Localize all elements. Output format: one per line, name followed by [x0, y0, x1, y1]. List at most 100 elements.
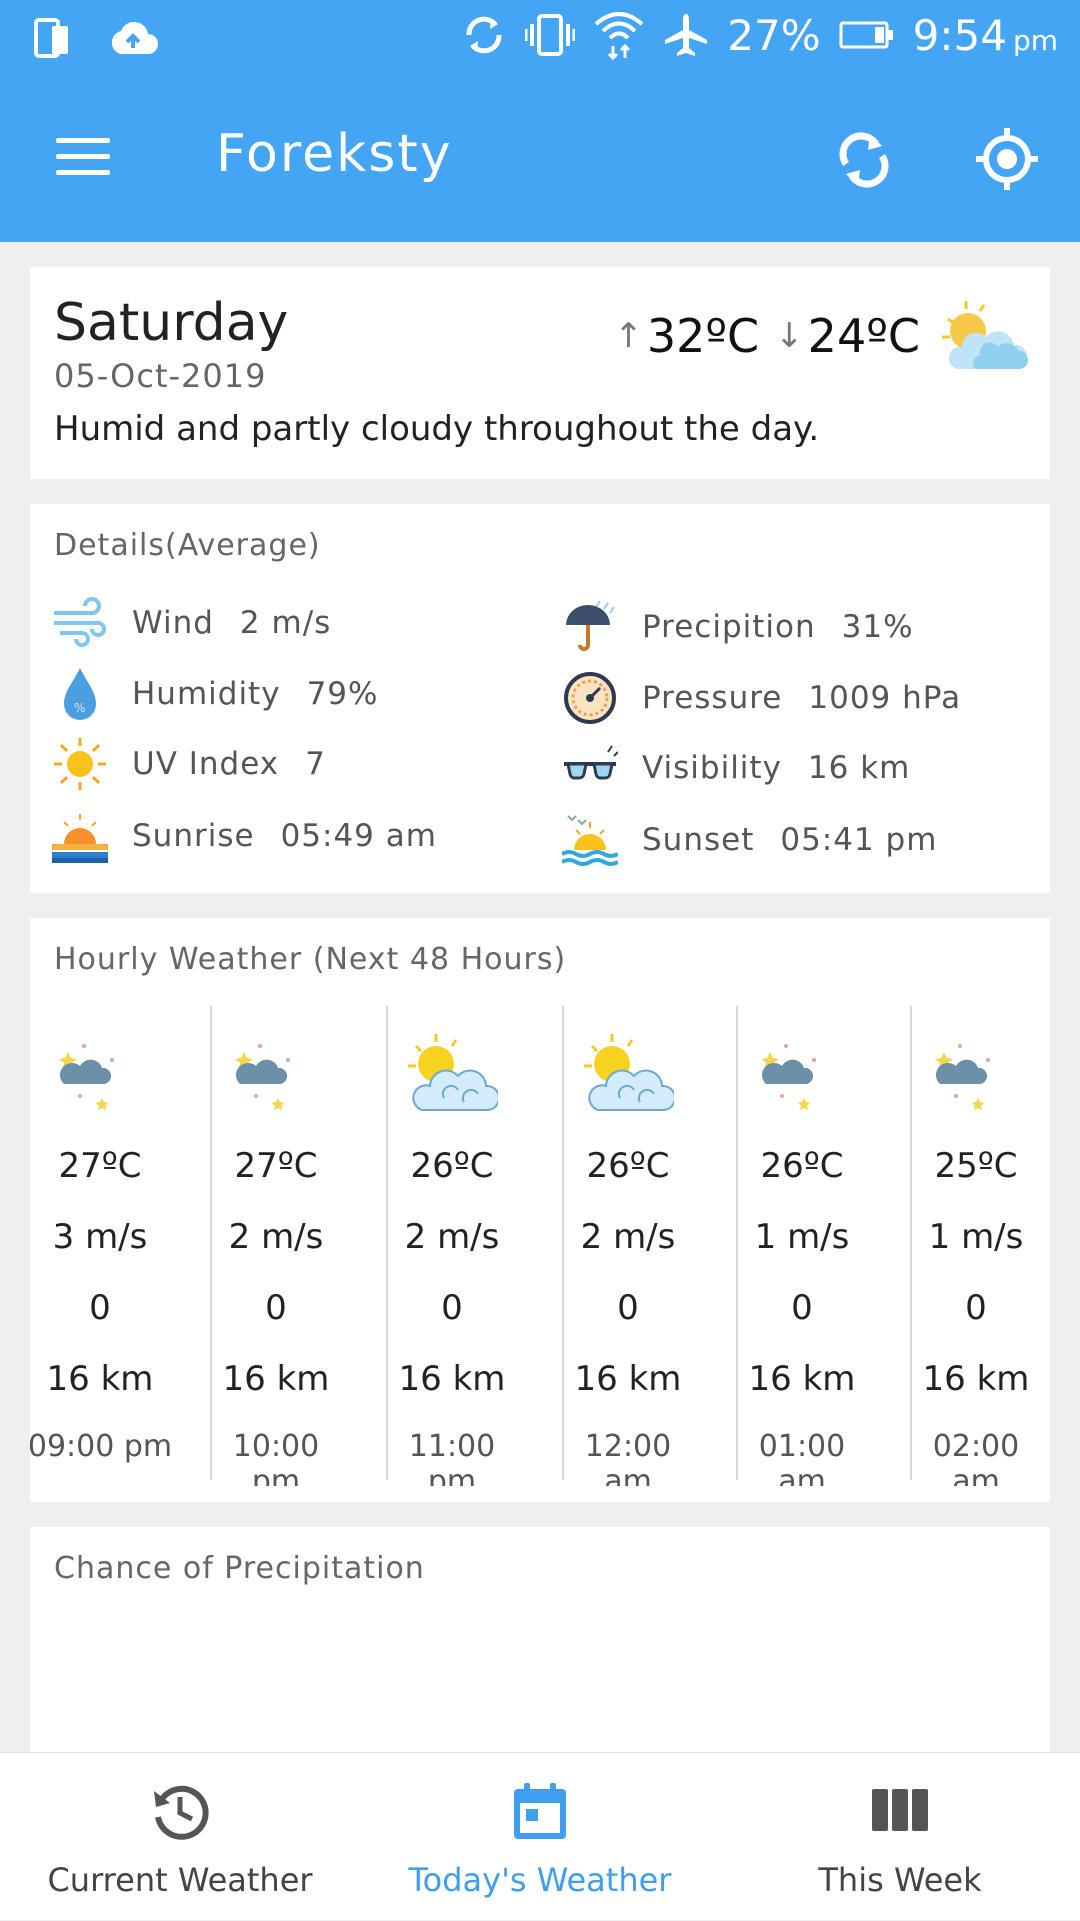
status-left-icons — [34, 16, 160, 60]
glasses-icon — [564, 745, 618, 780]
menu-line — [56, 170, 110, 175]
hour-visibility: 16 km — [46, 1359, 154, 1399]
precipitation-title: Chance of Precipitation — [54, 1551, 425, 1586]
status-time-ampm: pm — [1012, 23, 1058, 57]
hour-visibility: 16 km — [398, 1359, 506, 1399]
detail-visibility: Visibility 16 km — [562, 740, 910, 796]
detail-value: 1009 hPa — [808, 680, 962, 716]
detail-value: 79% — [306, 676, 379, 712]
detail-pressure: Pressure 1009 hPa — [562, 670, 961, 726]
detail-label: Visibility — [642, 750, 782, 786]
hour-visibility: 16 km — [574, 1359, 682, 1399]
hour-precip: 0 — [791, 1288, 813, 1328]
detail-value: 05:49 am — [280, 818, 437, 854]
calendar-icon — [514, 1783, 566, 1839]
sun-behind-cloud-icon — [584, 1034, 674, 1111]
detail-label: UV Index — [132, 746, 280, 782]
battery-icon — [839, 21, 893, 49]
hour-precip: 0 — [441, 1288, 463, 1328]
detail-value: 31% — [841, 609, 914, 645]
detail-label: Pressure — [642, 680, 783, 716]
hour-item[interactable]: 27ºC 3 m/s 0 16 km 09:00 pm — [30, 1006, 204, 1480]
wind-icon — [54, 597, 106, 647]
hour-visibility: 16 km — [748, 1359, 856, 1399]
detail-label: Humidity — [132, 676, 281, 712]
header: 27% 9:54 pm Foreksty — [0, 0, 1080, 242]
status-right-icons: 27% 9:54 pm — [461, 10, 1058, 60]
detail-value: 2 m/s — [239, 605, 332, 641]
night-cloudy-icon — [59, 1038, 140, 1110]
hour-wind: 1 m/s — [754, 1217, 850, 1257]
airplane-mode-icon — [665, 14, 708, 56]
hour-item[interactable]: 26ºC 2 m/s 0 16 km 12:00 am — [558, 1006, 732, 1486]
hour-item[interactable]: 25ºC 1 m/s 0 16 km 02:00 am — [906, 1006, 1050, 1486]
menu-button[interactable] — [56, 138, 110, 178]
hour-item[interactable]: 26ºC 2 m/s 0 16 km 11:00 pm — [382, 1006, 556, 1486]
hour-item[interactable]: 27ºC 2 m/s 0 16 km 10:00 pm — [206, 1006, 380, 1486]
hour-precip: 0 — [89, 1288, 111, 1328]
week-columns-icon — [872, 1789, 928, 1831]
humidity-drop-icon: % — [64, 668, 96, 720]
hour-wind: 3 m/s — [52, 1217, 148, 1257]
detail-label: Sunset — [642, 822, 755, 858]
detail-label: Wind — [132, 605, 214, 641]
detail-value: 7 — [305, 746, 326, 782]
precipitation-card: Chance of Precipitation — [30, 1527, 1050, 1767]
night-cloudy-icon — [235, 1038, 316, 1110]
hourly-title: Hourly Weather (Next 48 Hours) — [54, 942, 567, 977]
temp-high: 32ºC — [646, 309, 760, 363]
detail-precipitation: Precipition 31% — [562, 599, 914, 655]
vibrate-icon — [525, 14, 576, 56]
day-description: Humid and partly cloudy throughout the d… — [54, 409, 820, 449]
detail-uv-index: UV Index 7 — [52, 736, 326, 792]
nav-this-week[interactable]: This Week — [720, 1753, 1080, 1921]
hour-time: 10:00 pm — [232, 1429, 320, 1486]
hour-precip: 0 — [965, 1288, 987, 1328]
hour-temp: 27ºC — [58, 1146, 142, 1186]
hour-wind: 2 m/s — [404, 1217, 500, 1257]
hour-wind: 1 m/s — [928, 1217, 1024, 1257]
hourly-scroll-list[interactable]: 27ºC 3 m/s 0 16 km 09:00 pm 27ºC 2 m/s 0… — [30, 1006, 1050, 1486]
sun-behind-cloud-icon — [942, 301, 1028, 369]
sun-behind-cloud-icon — [408, 1034, 498, 1111]
day-date: 05-Oct-2019 — [54, 357, 267, 395]
dual-screen-icon — [34, 18, 68, 58]
my-location-icon[interactable] — [974, 126, 1040, 192]
night-cloudy-icon — [935, 1038, 1016, 1110]
detail-label: Precipition — [642, 609, 816, 645]
day-name: Saturday — [54, 293, 289, 353]
status-bar: 27% 9:54 pm — [0, 0, 1080, 80]
temperature-range: ↑ 32ºC ↓ 24ºC — [598, 309, 920, 363]
app-title: Foreksty — [216, 124, 453, 184]
nav-current-weather[interactable]: Current Weather — [0, 1753, 360, 1921]
detail-humidity: % Humidity 79% — [52, 666, 378, 722]
hour-visibility: 16 km — [222, 1359, 330, 1399]
menu-line — [56, 138, 110, 143]
refresh-icon[interactable] — [836, 130, 892, 190]
pressure-gauge-icon — [564, 672, 616, 724]
hour-visibility: 16 km — [922, 1359, 1030, 1399]
detail-wind: Wind 2 m/s — [52, 595, 331, 651]
wifi-icon — [594, 12, 644, 60]
details-card: Details(Average) Wind 2 m/s % Humidity 7… — [30, 504, 1050, 893]
battery-percent: 27% — [727, 10, 821, 60]
arrow-up-icon: ↑ — [614, 316, 643, 356]
hour-time: 12:00 am — [584, 1429, 672, 1486]
hour-time: 11:00 pm — [408, 1429, 496, 1486]
hour-time: 09:00 pm — [30, 1429, 173, 1464]
hour-item[interactable]: 26ºC 1 m/s 0 16 km 01:00 am — [732, 1006, 906, 1486]
sunset-icon — [562, 815, 618, 866]
umbrella-icon — [566, 600, 615, 651]
day-summary-card: Saturday 05-Oct-2019 ↑ 32ºC ↓ 24ºC Humid… — [30, 267, 1050, 479]
hour-temp: 26ºC — [410, 1146, 494, 1186]
detail-label: Sunrise — [132, 818, 255, 854]
hour-precip: 0 — [265, 1288, 287, 1328]
bottom-navigation: Current Weather Today's Weather This Wee… — [0, 1752, 1080, 1920]
hour-time: 02:00 am — [932, 1429, 1020, 1486]
nav-todays-weather[interactable]: Today's Weather — [360, 1753, 720, 1921]
sun-icon — [54, 738, 106, 790]
sync-icon — [466, 16, 502, 54]
hour-temp: 26ºC — [760, 1146, 844, 1186]
hour-wind: 2 m/s — [580, 1217, 676, 1257]
nav-label: Current Weather — [47, 1861, 313, 1899]
